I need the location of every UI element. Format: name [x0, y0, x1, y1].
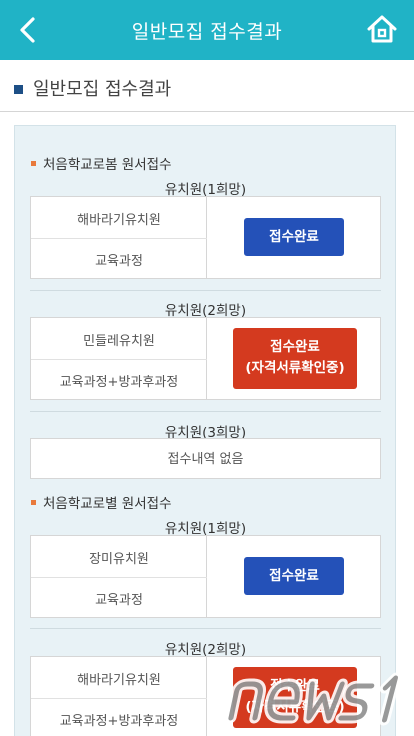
section-title-text: 처음학교로봄 원서접수: [43, 157, 172, 173]
status-subtext: (자격서류확인중): [245, 360, 345, 376]
row-divider: [31, 359, 207, 360]
section-heading-text: 일반모집 접수결과: [33, 79, 172, 100]
course-name: 교육과정+방과후과정: [59, 375, 179, 390]
school-name: 장미유치원: [89, 552, 149, 567]
divider: [0, 111, 414, 112]
separator: [30, 290, 381, 291]
status-badge[interactable]: 접수완료: [244, 218, 344, 256]
application-card: 민들레유치원 교육과정+방과후과정 접수완료 (자격서류확인중): [30, 317, 381, 400]
empty-notice: 접수내역 없음: [30, 438, 381, 479]
square-bullet-icon: [31, 499, 36, 505]
school-name: 민들레유치원: [83, 334, 155, 349]
row-divider: [31, 238, 207, 239]
home-icon: [367, 15, 397, 43]
school-name: 해바라기유치원: [77, 213, 161, 228]
book-icon: [14, 82, 27, 94]
application-card: 장미유치원 교육과정 접수완료: [30, 535, 381, 618]
app-header: 일반모집 접수결과: [0, 0, 414, 60]
section-title: 처음학교로봄 원서접수: [31, 153, 172, 173]
choice-label: 유치원(1희망): [164, 521, 247, 537]
choice-label: 유치원(2희망): [164, 303, 247, 319]
school-name: 해바라기유치원: [77, 673, 161, 688]
card-status: 접수완료 (자격서류확인중): [207, 318, 380, 399]
status-text: 접수완료: [270, 339, 320, 355]
row-divider: [31, 577, 207, 578]
row-divider: [31, 698, 207, 699]
card-status: 접수완료: [207, 536, 380, 617]
separator: [30, 411, 381, 412]
course-name: 교육과정+방과후과정: [59, 714, 179, 729]
application-card: 해바라기유치원 교육과정 접수완료: [30, 196, 381, 279]
status-badge[interactable]: 접수완료: [244, 557, 344, 595]
page-title: 일반모집 접수결과: [131, 21, 283, 43]
choice-label: 유치원(2희망): [164, 642, 247, 658]
section-heading: 일반모집 접수결과: [14, 76, 171, 100]
section-title-text: 처음학교로별 원서접수: [43, 496, 172, 512]
card-status: 접수완료: [207, 197, 380, 278]
square-bullet-icon: [31, 160, 36, 166]
separator: [30, 628, 381, 629]
choice-label: 유치원(1희망): [164, 182, 247, 198]
news1-watermark-logo: [225, 672, 402, 726]
course-name: 교육과정: [95, 593, 143, 608]
status-badge[interactable]: 접수완료 (자격서류확인중): [233, 328, 357, 389]
home-button[interactable]: [366, 13, 398, 45]
course-name: 교육과정: [95, 254, 143, 269]
section-title: 처음학교로별 원서접수: [31, 492, 172, 512]
